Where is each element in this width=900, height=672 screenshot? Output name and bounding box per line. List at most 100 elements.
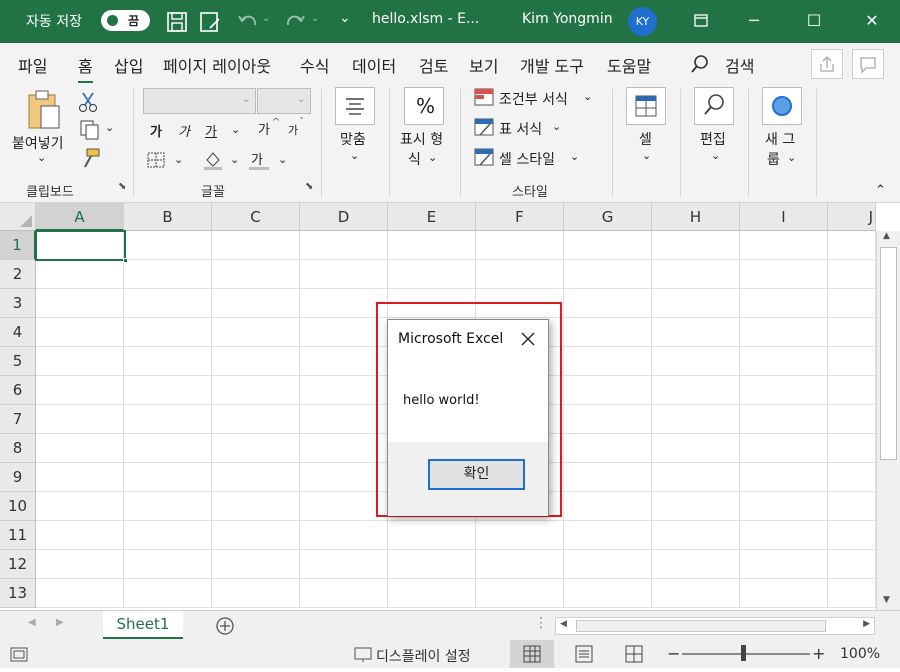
cell[interactable] bbox=[300, 318, 388, 347]
cell[interactable] bbox=[36, 318, 124, 347]
cell[interactable] bbox=[388, 260, 476, 289]
cell[interactable] bbox=[124, 376, 212, 405]
user-name[interactable]: Kim Yongmin bbox=[522, 11, 613, 27]
cell-mode-icon[interactable] bbox=[10, 647, 28, 662]
cell[interactable] bbox=[300, 231, 388, 260]
page-layout-view-button[interactable] bbox=[562, 640, 606, 668]
cell[interactable] bbox=[740, 492, 828, 521]
cell[interactable] bbox=[300, 579, 388, 608]
tab-splitter-icon[interactable]: ⋮ bbox=[534, 615, 548, 631]
vertical-scrollbar[interactable]: ▲ ▼ bbox=[876, 231, 900, 610]
editing-button[interactable] bbox=[694, 87, 734, 125]
column-header-f[interactable]: F bbox=[476, 203, 564, 231]
cell[interactable] bbox=[828, 260, 876, 289]
scroll-right-icon[interactable]: ▶ bbox=[863, 619, 870, 629]
cell[interactable] bbox=[124, 289, 212, 318]
cell[interactable] bbox=[36, 550, 124, 579]
cell[interactable] bbox=[36, 405, 124, 434]
row-header-1[interactable]: 1 bbox=[0, 231, 36, 260]
ribbon-display-options-icon[interactable] bbox=[686, 8, 716, 34]
cell[interactable] bbox=[828, 492, 876, 521]
cell[interactable] bbox=[124, 550, 212, 579]
cell[interactable] bbox=[564, 434, 652, 463]
bold-button[interactable]: 가 bbox=[150, 121, 162, 140]
borders-icon[interactable] bbox=[146, 151, 166, 169]
cell[interactable] bbox=[388, 579, 476, 608]
tab-scroll-right-icon[interactable]: ▶ bbox=[56, 617, 64, 628]
cell[interactable] bbox=[36, 376, 124, 405]
underline-button[interactable]: 가 bbox=[205, 121, 217, 140]
cut-icon[interactable] bbox=[78, 91, 98, 113]
cell[interactable] bbox=[652, 550, 740, 579]
redo-dropdown-icon[interactable]: ⌄ bbox=[311, 13, 335, 37]
row-header-5[interactable]: 5 bbox=[0, 347, 36, 376]
add-sheet-icon[interactable] bbox=[215, 616, 235, 636]
select-all-corner[interactable] bbox=[0, 203, 36, 231]
cell[interactable] bbox=[740, 521, 828, 550]
tab-formulas[interactable]: 수식 bbox=[300, 53, 329, 77]
alignment-label[interactable]: 맞춤 bbox=[340, 129, 366, 149]
scroll-left-icon[interactable]: ◀ bbox=[560, 619, 567, 629]
cell[interactable] bbox=[564, 521, 652, 550]
row-header-8[interactable]: 8 bbox=[0, 434, 36, 463]
cell[interactable] bbox=[828, 434, 876, 463]
chevron-down-icon[interactable]: ⌄ bbox=[552, 120, 561, 133]
font-size-combo[interactable]: ⌄ bbox=[257, 88, 311, 114]
row-header-7[interactable]: 7 bbox=[0, 405, 36, 434]
font-launcher-icon[interactable]: ⬊ bbox=[305, 181, 313, 192]
cell[interactable] bbox=[652, 492, 740, 521]
cell-style-icon[interactable] bbox=[474, 148, 494, 166]
cell[interactable] bbox=[212, 521, 300, 550]
cells-label[interactable]: 셀 bbox=[639, 129, 652, 149]
cell[interactable] bbox=[828, 405, 876, 434]
cell[interactable] bbox=[740, 463, 828, 492]
display-settings-icon[interactable] bbox=[354, 647, 372, 663]
column-header-i[interactable]: I bbox=[740, 203, 828, 231]
cell[interactable] bbox=[476, 260, 564, 289]
cell[interactable] bbox=[36, 521, 124, 550]
tab-help[interactable]: 도움말 bbox=[607, 53, 651, 77]
normal-view-button[interactable] bbox=[510, 640, 554, 668]
table-format-label[interactable]: 표 서식 bbox=[499, 119, 542, 139]
cell[interactable] bbox=[212, 550, 300, 579]
cell[interactable] bbox=[652, 579, 740, 608]
cell[interactable] bbox=[36, 579, 124, 608]
cell[interactable] bbox=[652, 463, 740, 492]
shrink-font-button[interactable]: 가 bbox=[288, 122, 298, 138]
cell[interactable] bbox=[124, 347, 212, 376]
cell[interactable] bbox=[36, 463, 124, 492]
cell[interactable] bbox=[124, 318, 212, 347]
editing-label[interactable]: 편집 bbox=[700, 129, 726, 149]
cell[interactable] bbox=[212, 492, 300, 521]
cell[interactable] bbox=[564, 550, 652, 579]
number-label-line2[interactable]: 식 bbox=[408, 149, 421, 169]
column-header-a[interactable]: A bbox=[36, 203, 124, 231]
cell[interactable] bbox=[388, 521, 476, 550]
cell[interactable] bbox=[652, 231, 740, 260]
fill-color-icon[interactable] bbox=[202, 149, 224, 171]
row-header-6[interactable]: 6 bbox=[0, 376, 36, 405]
cell[interactable] bbox=[476, 521, 564, 550]
zoom-in-button[interactable]: + bbox=[812, 644, 825, 663]
cell[interactable] bbox=[828, 289, 876, 318]
row-header-10[interactable]: 10 bbox=[0, 492, 36, 521]
alignment-button[interactable] bbox=[335, 87, 375, 125]
cell[interactable] bbox=[300, 376, 388, 405]
scroll-down-icon[interactable]: ▼ bbox=[883, 595, 890, 605]
share-button[interactable] bbox=[811, 49, 843, 79]
cell[interactable] bbox=[388, 550, 476, 579]
cell[interactable] bbox=[124, 521, 212, 550]
row-header-12[interactable]: 12 bbox=[0, 550, 36, 579]
zoom-slider[interactable] bbox=[682, 653, 810, 655]
column-header-h[interactable]: H bbox=[652, 203, 740, 231]
font-color-button[interactable]: 가 bbox=[251, 149, 263, 168]
cell[interactable] bbox=[300, 492, 388, 521]
column-header-b[interactable]: B bbox=[124, 203, 212, 231]
conditional-format-icon[interactable] bbox=[474, 88, 494, 106]
copy-icon[interactable] bbox=[78, 119, 102, 141]
tab-scroll-left-icon[interactable]: ◀ bbox=[28, 617, 36, 628]
cell[interactable] bbox=[828, 318, 876, 347]
cell[interactable] bbox=[828, 550, 876, 579]
font-color-dropdown-icon[interactable]: ⌄ bbox=[278, 153, 287, 166]
tab-review[interactable]: 검토 bbox=[419, 53, 448, 77]
